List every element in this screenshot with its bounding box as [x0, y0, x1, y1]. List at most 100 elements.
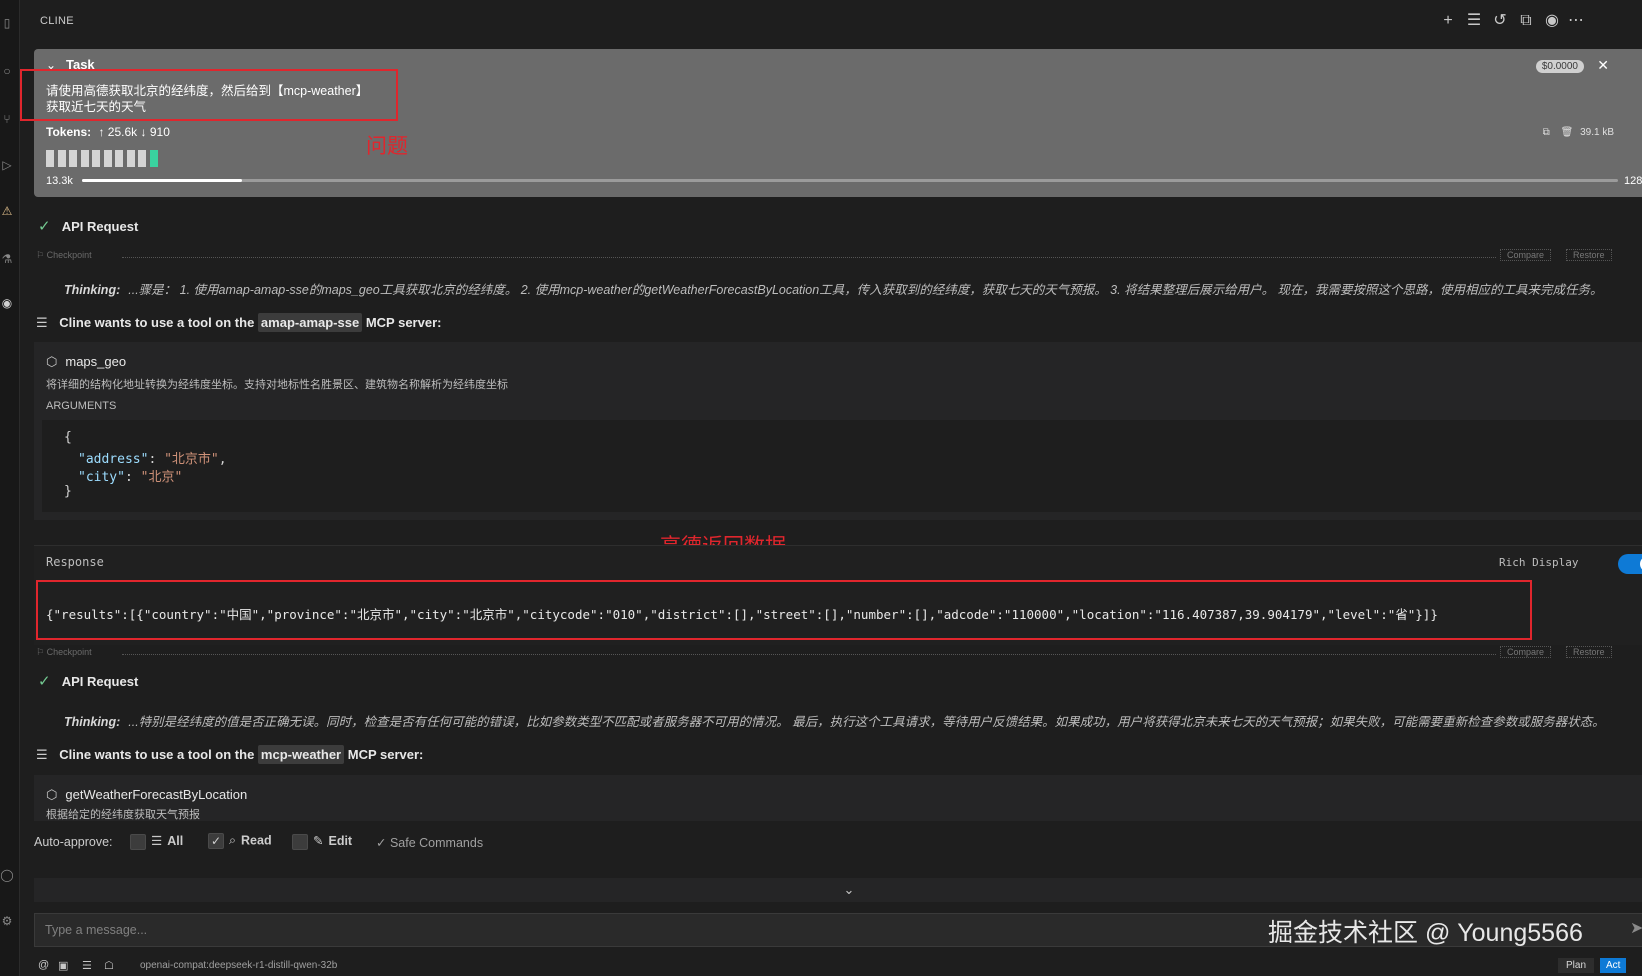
context-segment [126, 150, 135, 167]
context-segments [46, 150, 161, 167]
checkpoint-divider [122, 257, 1496, 258]
copy-icon[interactable]: ⧉ [1543, 127, 1550, 138]
history-icon[interactable]: ↺ [1490, 11, 1510, 31]
mcp-server-name: mcp-weather [257, 745, 345, 764]
context-used: 13.3k [46, 175, 73, 187]
checkpoint-label: ⚐ Checkpoint [36, 250, 92, 260]
read-label: Read [241, 833, 272, 848]
auto-approve-safe[interactable]: ✓ Safe Commands [376, 835, 483, 850]
rich-display-label: Rich Display [1499, 556, 1579, 569]
tool-name-row: ⬡ maps_geo [46, 354, 126, 370]
mcp-suffix: MCP server: [365, 315, 442, 330]
question-highlight-box [20, 69, 398, 121]
restore-button[interactable]: Restore [1566, 249, 1612, 261]
code-brace-open: { [64, 430, 72, 445]
account-icon[interactable]: ◉ [1542, 11, 1562, 31]
server-icon: ☰ [36, 315, 48, 330]
context-window-fill [82, 179, 242, 182]
thinking-text: ...特别是经纬度的值是否正确无误。同时，检查是否有任何可能的错误，比如参数类型… [128, 715, 1605, 729]
tool-name-row: ⬡ getWeatherForecastByLocation [46, 787, 247, 803]
code-line-address: "address": "北京市", [78, 452, 227, 467]
mcp-server-name: amap-amap-sse [257, 313, 363, 332]
delete-icon[interactable]: 🗑 [1561, 127, 1574, 138]
check-icon: ✓ [38, 673, 51, 690]
checkpoint-divider [122, 654, 1496, 655]
activity-bar: ▯ ○ ⑂ ▷ ⚠ ⚗ ◉ ◯ ⚙ [0, 0, 20, 976]
context-window-bar [82, 179, 1618, 182]
model-icon[interactable]: ☖ [104, 959, 114, 972]
plan-mode-button[interactable]: Plan [1558, 958, 1595, 973]
thinking-label: Thinking: [64, 283, 121, 297]
more-icon[interactable]: ⋯ [1566, 11, 1586, 31]
server-icon[interactable]: ☰ [82, 959, 92, 972]
code-line-city: "city": "北京" [78, 470, 183, 485]
tokens-up: ↑ 25.6k [98, 125, 138, 139]
model-selector[interactable]: openai-compat:deepseek-r1-distill-qwen-3… [140, 960, 337, 971]
edit-checkbox[interactable] [292, 833, 308, 850]
arguments-label: ARGUMENTS [46, 400, 117, 412]
collapse-bar[interactable]: ⌄ [34, 878, 1642, 902]
checkpoint-row: ⚐ Checkpoint Compare Restore [36, 249, 1642, 264]
run-debug-icon[interactable]: ▷ [0, 158, 14, 172]
tool-card-maps-geo: ⬡ maps_geo 将详细的结构化地址转换为经纬度坐标。支持对地标性名胜景区、建… [34, 342, 1642, 520]
compare-button[interactable]: Compare [1500, 646, 1552, 658]
context-segment [57, 150, 66, 167]
api-request-row[interactable]: ✓ API Request [38, 217, 138, 237]
restore-button[interactable]: Restore [1566, 646, 1612, 658]
watermark: 掘金技术社区 @ Young5566 [1268, 919, 1583, 947]
checkpoint-row: ⚐ Checkpoint Compare Restore [36, 646, 1642, 661]
edit-label: Edit [328, 834, 353, 848]
cost-badge: $0.0000 [1535, 60, 1584, 73]
close-icon[interactable]: ✕ [1597, 57, 1609, 74]
tokens-down: ↓ 910 [140, 125, 170, 139]
chevron-down-icon[interactable]: ⌄ [844, 882, 855, 897]
tool-description: 根据给定的经纬度获取天气预报 [46, 809, 200, 821]
server-list-icon[interactable]: ☰ [1464, 11, 1484, 31]
mcp-prefix: Cline wants to use a tool on the [59, 315, 255, 330]
source-control-icon[interactable]: ⑂ [0, 112, 14, 126]
context-segment [69, 150, 77, 167]
send-icon[interactable]: ➤ [1630, 918, 1642, 938]
api-request-label: API Request [61, 219, 139, 234]
question-annotation: 问题 [366, 135, 408, 158]
pencil-icon: ✎ [313, 834, 324, 848]
list-icon: ☰ [151, 834, 163, 848]
thinking-row: Thinking: ...特别是经纬度的值是否正确无误。同时，检查是否有任何可能的… [64, 711, 1605, 730]
testing-icon[interactable]: ⚗ [0, 252, 14, 266]
accounts-icon[interactable]: ◯ [0, 868, 14, 882]
context-segment [103, 150, 112, 167]
all-checkbox[interactable] [130, 833, 146, 850]
manage-gear-icon[interactable]: ⚙ [0, 914, 14, 928]
auto-approve-label: Auto-approve: [34, 835, 113, 849]
thinking-text: ...骤是： 1. 使用amap-amap-sse的maps_geo工具获取北京… [128, 283, 1603, 297]
response-label: Response [46, 555, 104, 569]
api-request-row[interactable]: ✓ API Request [38, 672, 138, 692]
at-mention-icon[interactable]: @ [38, 959, 49, 971]
response-highlight-box [36, 580, 1532, 640]
mcp-suffix: MCP server: [347, 747, 424, 762]
thinking-label: Thinking: [64, 715, 121, 729]
popout-icon[interactable]: ⧉ [1516, 11, 1536, 31]
image-icon[interactable]: ▣ [58, 959, 68, 972]
cline-panel: CLINE + ☰ ↺ ⧉ ◉ ⋯ ⌄ Task 请使用高德获取北京的经纬度，然… [20, 0, 1642, 976]
input-toolbar: @ ▣ ☰ ☖ openai-compat:deepseek-r1-distil… [34, 956, 1642, 976]
auto-approve-all[interactable]: ☰ All [130, 833, 183, 850]
search-icon[interactable]: ○ [0, 64, 14, 78]
explorer-icon[interactable]: ▯ [0, 16, 14, 30]
mcp-request-row: ☰ Cline wants to use a tool on the mcp-w… [36, 745, 424, 764]
context-segment [80, 150, 89, 167]
read-checkbox[interactable]: ✓ [208, 833, 224, 849]
rich-display-toggle[interactable] [1618, 554, 1642, 574]
api-request-label: API Request [61, 674, 139, 689]
all-label: All [167, 834, 184, 848]
auto-approve-read[interactable]: ✓ ⌕ Read [208, 833, 272, 849]
compare-button[interactable]: Compare [1500, 249, 1552, 261]
cline-icon[interactable]: ◉ [0, 296, 14, 310]
auto-approve-edit[interactable]: ✎ Edit [292, 833, 352, 850]
act-mode-button[interactable]: Act [1600, 958, 1627, 973]
task-size: 39.1 kB [1580, 127, 1614, 138]
plus-icon[interactable]: + [1438, 11, 1458, 31]
extensions-warning-icon[interactable]: ⚠ [0, 204, 14, 218]
thinking-row: Thinking: ...骤是： 1. 使用amap-amap-sse的maps_… [64, 279, 1603, 298]
arguments-code: { "address": "北京市", "city": "北京" } [42, 420, 1642, 512]
